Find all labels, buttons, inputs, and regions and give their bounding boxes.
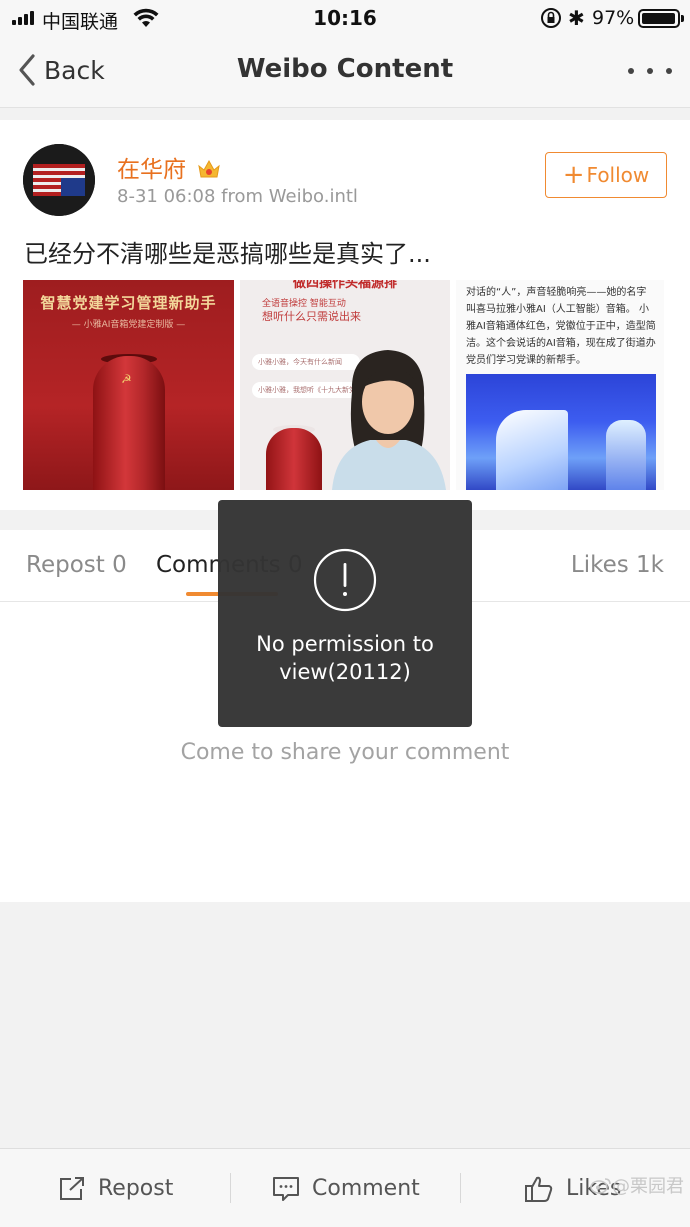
image-1-subtitle: — 小雅AI音箱党建定制版 — xyxy=(71,320,186,330)
repost-label: Repost xyxy=(98,1176,174,1201)
toolbar-divider xyxy=(230,1173,231,1203)
post-image-1[interactable]: 智慧党建学习管理新助手 — 小雅AI音箱党建定制版 — ☭ xyxy=(23,280,234,490)
crown-badge-icon xyxy=(198,159,221,178)
post-username: 在华府 xyxy=(117,157,186,183)
image-2-heading: 做四操作头福源排 xyxy=(292,280,397,291)
more-button[interactable] xyxy=(628,62,672,80)
plus-icon: + xyxy=(562,160,585,190)
bottom-toolbar: Repost Comment Likes xyxy=(0,1148,690,1227)
toolbar-divider xyxy=(460,1173,461,1203)
post-card: 在华府 8-31 06:08 from Weibo.intl + Follow … xyxy=(0,120,690,510)
avatar[interactable] xyxy=(23,144,95,216)
toast-message: No permission to view(20112) xyxy=(256,632,434,684)
emblem-icon: ☭ xyxy=(121,372,132,386)
weibo-logo-icon xyxy=(590,1178,611,1194)
post-image-2[interactable]: 做四操作头福源排 全语音操控 智能互动 想听什么只需说出来 小雅小雅，今天有什么… xyxy=(240,280,450,490)
more-icon xyxy=(628,68,634,74)
status-bar: 中国联通 10:16 ✱ 97% xyxy=(0,0,690,36)
thumbs-up-icon xyxy=(525,1176,553,1202)
woman-photo-image xyxy=(332,350,446,490)
page-title: Weibo Content xyxy=(236,54,454,84)
image-2-line-2: 想听什么只需说出来 xyxy=(262,310,361,323)
permission-toast: No permission to view(20112) xyxy=(218,500,472,727)
bluetooth-icon: ✱ xyxy=(568,6,585,30)
image-3-text: 对话的“人”，声音轻脆响亮——她的名字叫喜马拉雅小雅AI（人工智能）音箱。 小雅… xyxy=(466,287,656,366)
battery-icon xyxy=(638,9,684,28)
post-text: 已经分不清哪些是恶搞哪些是真实了... xyxy=(24,240,431,268)
tab-likes[interactable]: Likes 1k xyxy=(571,552,664,578)
repost-button[interactable]: Repost xyxy=(58,1149,173,1227)
tab-repost[interactable]: Repost 0 xyxy=(26,552,127,578)
post-meta: 8-31 06:08 from Weibo.intl xyxy=(117,186,358,207)
empty-comments-text: Come to share your comment xyxy=(180,740,510,765)
follow-button[interactable]: + Follow xyxy=(545,152,667,198)
weibo-watermark: @栗园君 xyxy=(590,1172,684,1198)
follow-label: Follow xyxy=(586,163,650,187)
watermark-text: @栗园君 xyxy=(612,1176,684,1197)
image-1-title: 智慧党建学习管理新助手 xyxy=(40,294,217,312)
battery-fill xyxy=(642,13,675,24)
repost-icon xyxy=(60,1176,84,1200)
red-speaker-image xyxy=(266,428,322,490)
post-username-row[interactable]: 在华府 xyxy=(117,150,221,184)
orientation-lock-icon xyxy=(541,8,561,28)
pillar-shape xyxy=(606,420,646,490)
comment-icon xyxy=(273,1176,299,1201)
exclamation-icon xyxy=(313,548,377,612)
comment-label: Comment xyxy=(312,1176,420,1201)
comment-button[interactable]: Comment xyxy=(272,1149,420,1227)
status-time: 10:16 xyxy=(313,6,377,30)
nav-bar: Back Weibo Content xyxy=(0,36,690,108)
flag-avatar-image xyxy=(23,144,95,216)
post-image-3[interactable]: 对话的“人”，声音轻脆响亮——她的名字叫喜马拉雅小雅AI（人工智能）音箱。 小雅… xyxy=(456,280,664,490)
white-sculpture-shape xyxy=(496,410,568,490)
battery-percent: 97% xyxy=(592,7,635,29)
